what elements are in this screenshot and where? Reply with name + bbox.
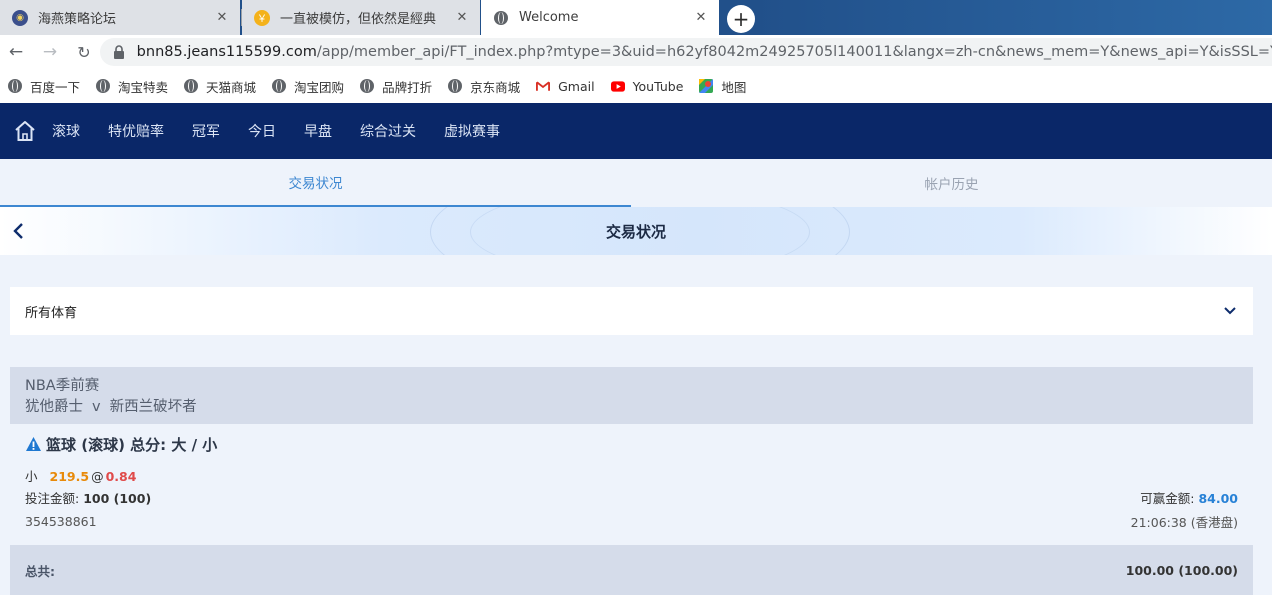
bookmark-item[interactable]: 地图 — [699, 77, 746, 96]
bet-selection: 小 219.5 @0.84 — [25, 466, 1238, 484]
globe-icon — [360, 79, 375, 93]
address-bar[interactable]: bnn85.jeans115599.com/app/member_api/FT_… — [100, 38, 1272, 66]
lock-icon — [112, 44, 127, 60]
nav-item-parlay[interactable]: 综合过关 — [360, 121, 416, 141]
globe-icon — [448, 79, 463, 93]
gold-coin-favicon-icon: ￥ — [254, 9, 270, 26]
bookmark-item[interactable]: Gmail — [536, 78, 595, 94]
versus-label: v — [92, 399, 101, 415]
bet-league-header: NBA季前赛 犹他爵士 v 新西兰破坏者 — [10, 367, 1253, 424]
win-value: 84.00 — [1198, 490, 1238, 506]
league-name: NBA季前赛 — [25, 378, 100, 394]
forward-arrow-icon[interactable]: → — [40, 42, 60, 62]
nav-item-outright[interactable]: 冠军 — [192, 121, 220, 141]
nav-item-special-odds[interactable]: 特优赔率 — [108, 121, 164, 141]
bookmark-item[interactable]: 淘宝特卖 — [96, 77, 168, 96]
tab-divider — [241, 9, 242, 26]
stake-value: 100 (100) — [83, 490, 152, 506]
bet-line: 219.5 — [49, 469, 90, 484]
browser-tab-classic[interactable]: ￥ 一直被模仿，但依然是經典 ✕ — [242, 0, 480, 35]
nav-item-inplay[interactable]: 滚球 — [52, 121, 80, 141]
bookmark-item[interactable]: 品牌打折 — [360, 77, 432, 96]
forum-favicon-icon: ◉ — [12, 9, 28, 26]
home-team: 犹他爵士 — [25, 399, 83, 415]
browser-tab-strip: ◉ 海燕策略论坛 ✕ ￥ 一直被模仿，但依然是經典 ✕ Welcome ✕ + — [0, 0, 1272, 35]
new-tab-button[interactable]: + — [727, 5, 755, 33]
bookmarks-bar: 百度一下 淘宝特卖 天猫商城 淘宝团购 品牌打折 京东商城 Gmail YouT… — [0, 69, 1272, 103]
back-arrow-icon[interactable]: ← — [6, 42, 26, 62]
site-nav: 滚球 特优赔率 冠军 今日 早盘 综合过关 虚拟赛事 — [0, 103, 1272, 159]
sport-filter-dropdown[interactable]: 所有体育 — [10, 287, 1253, 335]
stake-label: 投注金额: — [25, 490, 80, 506]
browser-tab-welcome[interactable]: Welcome ✕ — [481, 0, 719, 35]
url-domain: bnn85.jeans115599.com — [136, 44, 317, 60]
bookmark-label: 淘宝特卖 — [118, 79, 169, 95]
globe-icon — [184, 79, 199, 93]
tab-title: 海燕策略论坛 — [38, 12, 117, 27]
nav-item-early[interactable]: 早盘 — [304, 121, 332, 141]
bookmark-item[interactable]: 京东商城 — [448, 77, 520, 96]
bookmark-item[interactable]: 淘宝团购 — [272, 77, 344, 96]
close-icon[interactable]: ✕ — [454, 10, 470, 26]
close-icon[interactable]: ✕ — [693, 10, 709, 26]
bet-odds: 0.84 — [105, 469, 137, 484]
totals-row: 总共: 100.00 (100.00) — [10, 545, 1253, 595]
tab-title: 一直被模仿，但依然是經典 — [280, 12, 437, 27]
page-title: 交易状况 — [605, 222, 666, 241]
chevron-down-icon — [1222, 303, 1238, 319]
maps-icon — [699, 79, 714, 93]
bookmark-label: 百度一下 — [30, 79, 81, 95]
bookmark-label: 淘宝团购 — [294, 79, 345, 95]
bet-detail: 篮球 (滚球) 总分: 大 / 小 小 219.5 @0.84 投注金额: 100 … — [10, 424, 1253, 545]
tab-transactions[interactable]: 交易状况 — [0, 159, 631, 207]
globe-icon — [272, 79, 287, 93]
youtube-icon — [610, 79, 625, 93]
browser-toolbar: ← → ↻ bnn85.jeans115599.com/app/member_a… — [0, 35, 1272, 69]
globe-icon — [8, 79, 22, 93]
ticket-id: 354538861 — [25, 513, 97, 529]
bet-market-title: 篮球 (滚球) 总分: 大 / 小 — [25, 433, 1238, 455]
bet-amounts: 投注金额: 100 (100) 可赢金额: 84.00 — [25, 488, 1238, 506]
bookmark-label: 地图 — [721, 79, 747, 95]
bookmark-label: 品牌打折 — [382, 79, 433, 95]
browser-tab-forum[interactable]: ◉ 海燕策略论坛 ✕ — [0, 0, 240, 35]
at-symbol: @ — [91, 469, 104, 484]
bet-pick: 小 — [25, 469, 38, 484]
globe-favicon-icon — [493, 10, 509, 26]
bet-time: 21:06:38 (香港盘) — [1130, 514, 1238, 530]
bookmark-item[interactable]: YouTube — [610, 78, 684, 94]
back-chevron-icon[interactable] — [10, 220, 26, 242]
tab-account-history[interactable]: 帐户历史 — [631, 159, 1272, 207]
bookmark-label: Gmail — [558, 78, 595, 94]
stake: 投注金额: 100 (100) — [25, 488, 151, 507]
gmail-icon — [536, 79, 551, 93]
nav-item-virtual[interactable]: 虚拟赛事 — [444, 121, 500, 141]
sport-filter-value: 所有体育 — [25, 305, 78, 321]
bet-meta: 354538861 21:06:38 (香港盘) — [25, 512, 1238, 530]
tab-title: Welcome — [519, 10, 579, 25]
totals-label: 总共: — [25, 563, 55, 579]
warning-icon — [25, 436, 42, 452]
away-team: 新西兰破坏者 — [109, 399, 197, 415]
bookmark-label: 京东商城 — [470, 79, 521, 95]
page-header: 交易状况 — [0, 207, 1272, 255]
reload-icon[interactable]: ↻ — [74, 42, 94, 62]
url-path: /app/member_api/FT_index.php?mtype=3&uid… — [316, 44, 1272, 60]
sub-tabs: 交易状况 帐户历史 — [0, 159, 1272, 207]
nav-item-today[interactable]: 今日 — [248, 121, 276, 141]
win-label: 可赢金额: — [1140, 490, 1195, 506]
globe-icon — [96, 79, 111, 93]
match-teams: 犹他爵士 v 新西兰破坏者 — [25, 396, 1238, 418]
bet-market: 篮球 (滚球) 总分: 大 / 小 — [46, 435, 218, 454]
totals-value: 100.00 (100.00) — [1125, 562, 1238, 578]
home-icon[interactable] — [13, 119, 37, 143]
bookmark-label: YouTube — [632, 78, 684, 94]
url-text: bnn85.jeans115599.com/app/member_api/FT_… — [137, 44, 1272, 60]
bookmark-item[interactable]: 天猫商城 — [184, 77, 256, 96]
bookmark-item[interactable]: 百度一下 — [8, 77, 80, 96]
close-icon[interactable]: ✕ — [214, 10, 230, 26]
bookmark-label: 天猫商城 — [206, 79, 257, 95]
potential-win: 可赢金额: 84.00 — [1140, 488, 1238, 507]
